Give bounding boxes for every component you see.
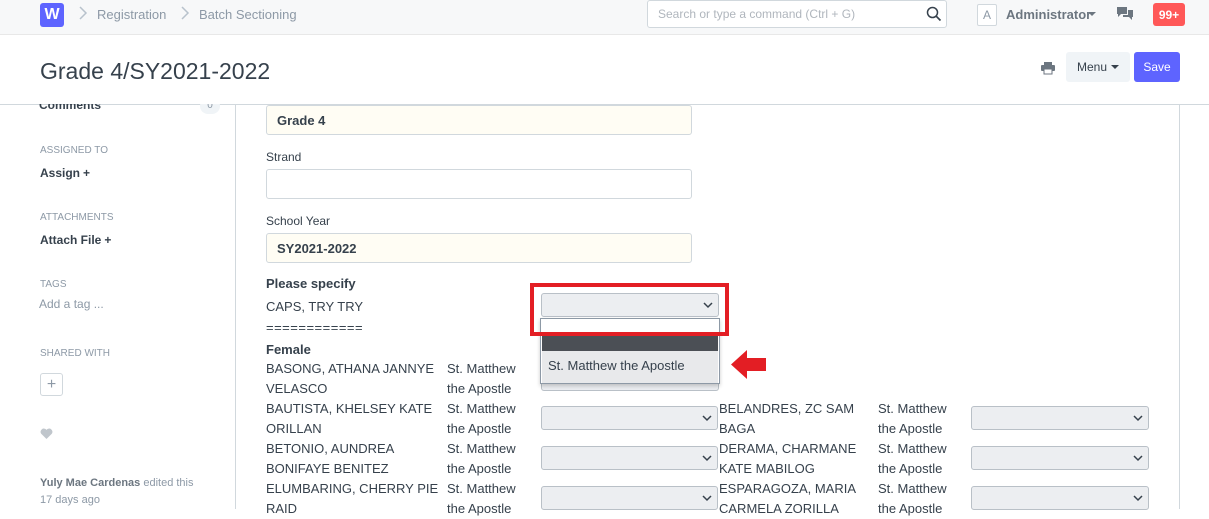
page-title: Grade 4/SY2021-2022 <box>40 58 271 84</box>
heart-icon[interactable] <box>40 428 53 440</box>
activity-entry: Yuly Mae Cardenas edited this 17 days ago <box>40 475 220 509</box>
assigned-to-heading: ASSIGNED TO <box>40 145 108 156</box>
chevron-down-icon <box>1133 495 1143 502</box>
student-section: St. Matthew the Apostle <box>878 441 947 476</box>
student-section: St. Matthew the Apostle <box>878 401 947 436</box>
caret-down-icon[interactable] <box>1088 12 1096 16</box>
notification-badge[interactable]: 99+ <box>1153 3 1185 26</box>
caret-down-icon <box>1111 65 1120 69</box>
chevron-down-icon <box>1133 455 1143 462</box>
form-border-right <box>1179 105 1180 509</box>
specify-heading: Please specify <box>266 276 356 291</box>
breadcrumb-batch-sectioning[interactable]: Batch Sectioning <box>199 7 297 22</box>
search-box <box>647 0 947 28</box>
plus-icon: + <box>104 233 112 247</box>
student-section: St. Matthew the Apostle <box>878 481 947 516</box>
attachments-heading: ATTACHMENTS <box>40 212 114 223</box>
save-button[interactable]: Save <box>1134 52 1180 82</box>
chevron-down-icon <box>702 415 712 422</box>
activity-action: edited this <box>143 477 194 489</box>
plus-icon: + <box>83 166 91 180</box>
activity-user[interactable]: Yuly Mae Cardenas <box>40 477 140 489</box>
student-name: BASONG, ATHANA JANNYE VELASCO <box>266 361 435 396</box>
search-icon[interactable] <box>926 6 942 22</box>
activity-time: 17 days ago <box>40 494 100 506</box>
student-section: St. Matthew the Apostle <box>447 361 516 396</box>
school-year-label: School Year <box>266 214 331 228</box>
student-section: St. Matthew the Apostle <box>447 401 516 436</box>
student-name: BELANDRES, ZC SAM BAGA <box>719 401 855 436</box>
print-icon[interactable] <box>1041 61 1055 75</box>
user-menu[interactable]: Administrator <box>1006 7 1091 22</box>
strand-label: Strand <box>266 150 302 164</box>
shared-with-heading: SHARED WITH <box>40 348 110 359</box>
plus-icon: + <box>46 375 57 393</box>
search-input[interactable] <box>649 2 919 26</box>
student-name: ELUMBARING, CHERRY PIE RAID <box>266 481 439 516</box>
student-name: DERAMA, CHARMANE KATE MABILOG <box>719 441 857 476</box>
highlight-box <box>530 283 729 336</box>
dropdown-option[interactable]: St. Matthew the Apostle <box>542 351 718 383</box>
section-select[interactable] <box>541 406 718 430</box>
chevron-right-icon <box>79 6 88 20</box>
attach-file-link[interactable]: Attach File + <box>40 233 111 247</box>
section-select[interactable] <box>541 486 718 510</box>
user-avatar[interactable]: A <box>977 4 997 26</box>
add-share-button[interactable]: + <box>40 373 63 396</box>
menu-button[interactable]: Menu <box>1066 52 1130 82</box>
menu-button-label: Menu <box>1076 60 1108 74</box>
student-section: St. Matthew the Apostle <box>447 441 516 476</box>
assign-link[interactable]: Assign + <box>40 166 90 180</box>
female-heading: Female <box>266 342 311 357</box>
chevron-right-icon <box>181 6 190 20</box>
breadcrumb-registration[interactable]: Registration <box>97 7 166 22</box>
assign-label: Assign <box>40 166 81 180</box>
student-section: St. Matthew the Apostle <box>447 481 516 516</box>
student-name: BETONIO, AUNDREA BONIFAYE BENITEZ <box>266 441 395 476</box>
section-select[interactable] <box>541 446 718 470</box>
form-border-left <box>235 105 236 509</box>
school-year-field[interactable]: SY2021-2022 <box>266 233 692 263</box>
tags-heading: TAGS <box>40 279 67 290</box>
chat-icon[interactable] <box>1116 6 1134 22</box>
section-select[interactable] <box>971 406 1149 430</box>
app-logo[interactable]: W <box>40 3 64 27</box>
student-name: ESPARAGOZA, MARIA CARMELA ZORILLA <box>719 481 857 516</box>
arrow-left-icon <box>731 350 766 379</box>
top-navbar: W Registration Batch Sectioning A Admini… <box>0 0 1209 35</box>
student-name: BAUTISTA, KHELSEY KATE ORILLAN <box>266 401 433 436</box>
section-select[interactable] <box>971 446 1149 470</box>
separator-line: ============ <box>266 320 364 335</box>
chevron-down-icon <box>1133 415 1143 422</box>
chevron-down-icon <box>702 455 712 462</box>
sticky-header-mask <box>0 84 235 104</box>
grade-field[interactable]: Grade 4 <box>266 105 692 135</box>
add-tag-input[interactable]: Add a tag ... <box>39 297 104 311</box>
chevron-down-icon <box>702 495 712 502</box>
section-select[interactable] <box>971 486 1149 510</box>
attach-file-label: Attach File <box>40 233 102 247</box>
strand-field[interactable] <box>266 169 692 199</box>
caps-row-name: CAPS, TRY TRY <box>266 299 364 314</box>
